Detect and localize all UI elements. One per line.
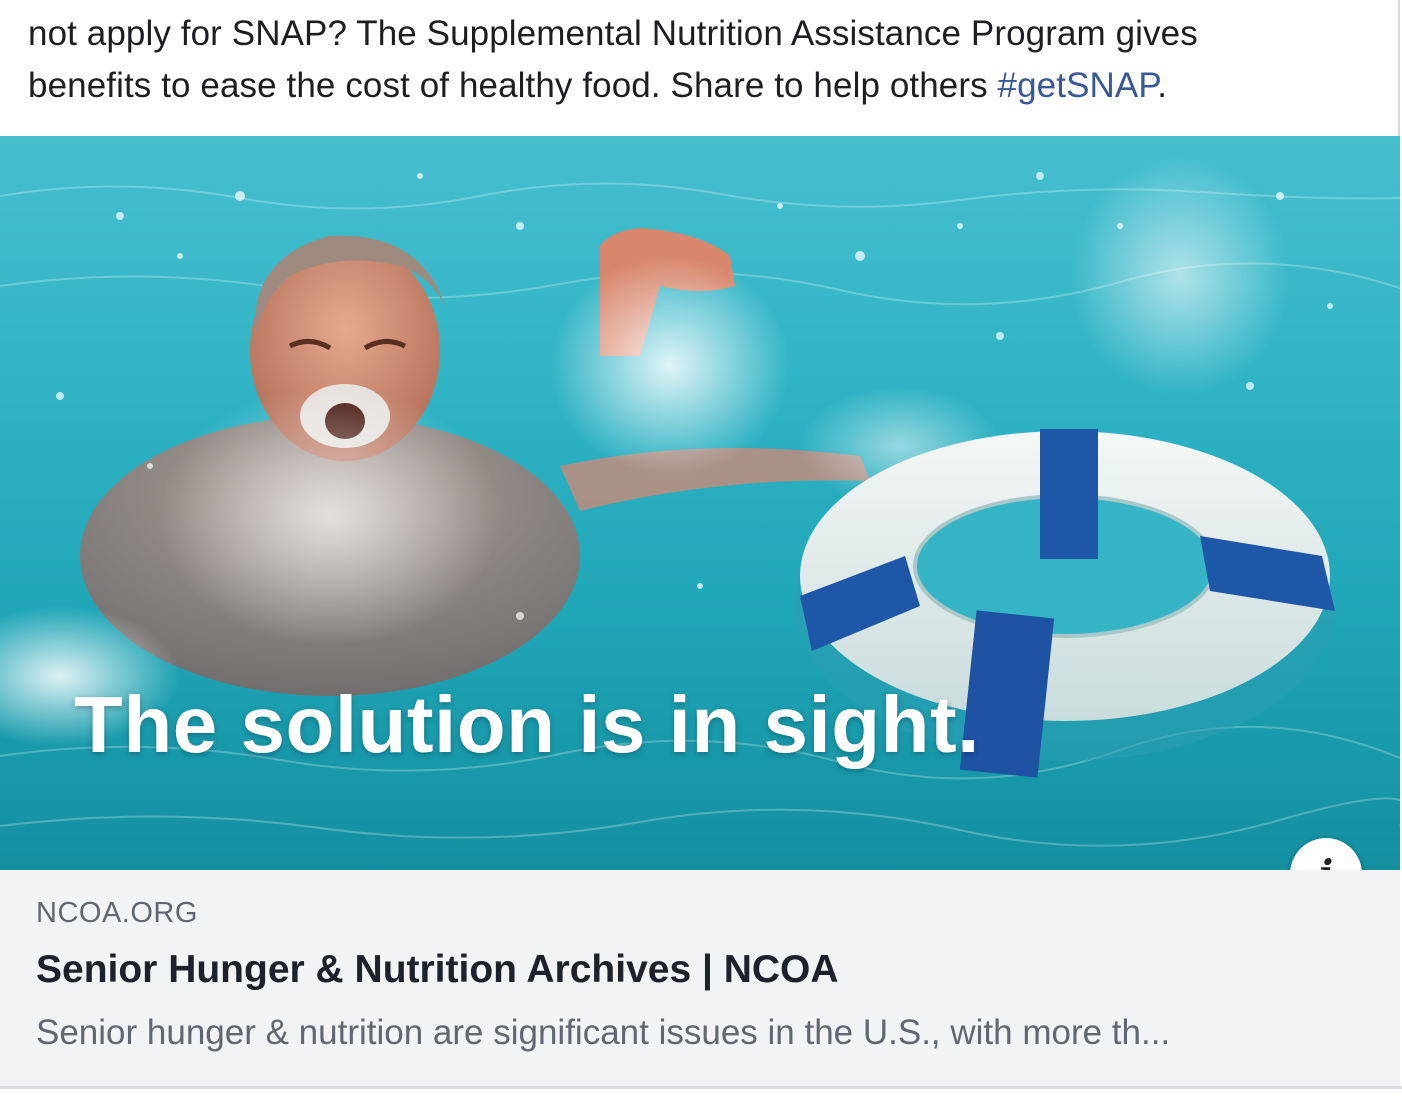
link-title[interactable]: Senior Hunger & Nutrition Archives | NCO…: [36, 948, 839, 992]
link-description: Senior hunger & nutrition are significan…: [36, 1013, 1171, 1052]
facebook-post: not apply for SNAP? The Supplemental Nut…: [0, 0, 1402, 1096]
hashtag-link[interactable]: #getSNAP: [998, 66, 1158, 105]
post-text: not apply for SNAP? The Supplemental Nut…: [28, 8, 1378, 112]
card-bottom-border: [0, 1086, 1402, 1089]
post-text-line-2: benefits to ease the cost of healthy foo…: [28, 60, 1378, 112]
post-border: [1398, 0, 1400, 140]
post-text-line-1: not apply for SNAP? The Supplemental Nut…: [28, 14, 1198, 53]
post-text-period: .: [1157, 66, 1168, 105]
link-preview-card[interactable]: NCOA.ORG Senior Hunger & Nutrition Archi…: [0, 870, 1400, 1086]
link-preview-image[interactable]: The solution is in sight.: [0, 136, 1400, 870]
image-caption: The solution is in sight.: [74, 680, 980, 769]
link-domain: NCOA.ORG: [36, 897, 198, 929]
post-text-line-2-body: benefits to ease the cost of healthy foo…: [28, 66, 998, 105]
